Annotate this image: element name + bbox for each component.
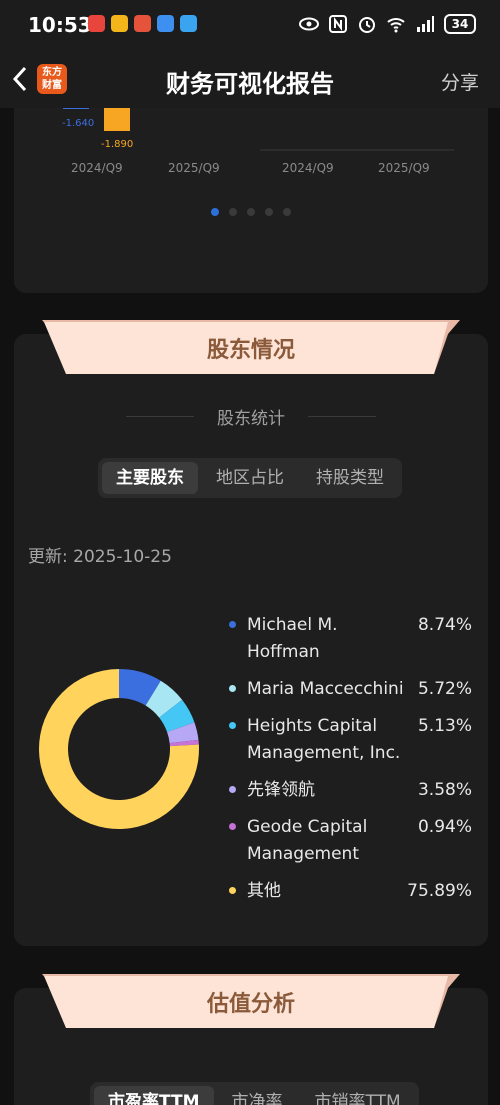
legend-dot	[229, 887, 236, 894]
status-app-icons	[88, 15, 197, 32]
legend-dot	[229, 722, 236, 729]
tab-pe-ttm[interactable]: 市盈率TTM	[94, 1086, 214, 1105]
battery-indicator: 34	[444, 14, 476, 34]
browser-app-icon	[157, 15, 174, 32]
legend-name: Heights Capital Management, Inc.	[247, 716, 401, 763]
legend-dot	[229, 823, 236, 830]
nfc-icon	[329, 15, 347, 33]
shareholder-tabs: 主要股东 地区占比 持股类型	[98, 458, 402, 498]
carousel-dot[interactable]	[283, 208, 291, 216]
carousel-dot[interactable]	[229, 208, 237, 216]
tab-region-share[interactable]: 地区占比	[202, 462, 298, 494]
legend-percent: 5.13%	[417, 716, 472, 736]
legend-percent: 75.89%	[407, 881, 472, 901]
legend-item: Geode Capital Management 0.94%	[226, 814, 476, 868]
tab-major-shareholders[interactable]: 主要股东	[102, 462, 198, 494]
left-axis-label-1: 2024/Q9	[71, 161, 123, 175]
nav-bar: 东方 财富 财务可视化报告 分享	[0, 50, 500, 108]
tab-ps-ttm[interactable]: 市销率TTM	[301, 1086, 415, 1105]
status-bar: 10:53 34	[0, 0, 500, 50]
legend-percent: 8.74%	[417, 615, 472, 635]
legend-name: Maria Maccecchini	[247, 679, 404, 699]
tab-pb[interactable]: 市净率	[218, 1086, 297, 1105]
section-title-shareholders: 股东情况	[206, 338, 295, 363]
signal-icon	[417, 16, 434, 32]
legend-dot	[229, 685, 236, 692]
legend-name: Michael M. Hoffman	[247, 615, 338, 662]
carousel-dot[interactable]	[211, 208, 219, 216]
tab-holding-type[interactable]: 持股类型	[302, 462, 398, 494]
legend-name: Geode Capital Management	[247, 817, 368, 864]
right-axis-label-1: 2024/Q9	[282, 161, 334, 175]
orange-bar-value: -1.890	[101, 139, 133, 150]
mail-app-icon	[111, 15, 128, 32]
shareholder-legend: Michael M. Hoffman 8.74% Maria Maccecchini…	[226, 612, 476, 915]
update-date: 更新: 2025-10-25	[28, 547, 172, 567]
wifi-icon	[387, 18, 405, 33]
left-axis-label-2: 2025/Q9	[168, 161, 220, 175]
shareholder-stats-title: 股东统计	[217, 409, 285, 429]
legend-percent: 3.58%	[417, 780, 472, 800]
legend-item: Heights Capital Management, Inc. 5.13%	[226, 713, 476, 767]
divider-right	[308, 416, 376, 417]
valuation-section-banner: 估值分析	[42, 974, 460, 1028]
legend-percent: 0.94%	[417, 817, 472, 837]
news-app-icon	[88, 15, 105, 32]
carousel-dots[interactable]	[14, 208, 488, 216]
shareholder-section-banner: 股东情况	[42, 320, 460, 374]
eye-icon	[299, 17, 319, 31]
shareholder-card: 股东统计 主要股东 地区占比 持股类型 更新: 2025-10-25 Micha…	[14, 334, 488, 946]
legend-item: 先锋领航 3.58%	[226, 777, 476, 804]
legend-item: Michael M. Hoffman 8.74%	[226, 612, 476, 666]
right-axis-label-2: 2025/Q9	[378, 161, 430, 175]
financial-chart-card: -1.640 -1.890 2024/Q9 2025/Q9 2024/Q9 20…	[14, 108, 488, 293]
legend-name: 先锋领航	[247, 780, 315, 800]
status-time: 10:53	[28, 13, 92, 37]
messenger-app-icon	[180, 15, 197, 32]
financial-mini-chart: -1.640 -1.890 2024/Q9 2025/Q9 2024/Q9 20…	[62, 108, 454, 175]
legend-name: 其他	[247, 881, 281, 901]
legend-percent: 5.72%	[417, 679, 472, 699]
legend-item: Maria Maccecchini 5.72%	[226, 676, 476, 703]
carousel-dot[interactable]	[265, 208, 273, 216]
legend-item: 其他 75.89%	[226, 878, 476, 905]
shopping-app-icon	[134, 15, 151, 32]
blue-bar-value: -1.640	[62, 118, 94, 129]
legend-dot	[229, 621, 236, 628]
valuation-tabs: 市盈率TTM 市净率 市销率TTM	[90, 1082, 419, 1105]
legend-dot	[229, 786, 236, 793]
orange-bar	[104, 108, 130, 131]
section-title-valuation: 估值分析	[206, 992, 295, 1017]
page-title: 财务可视化报告	[166, 70, 334, 98]
alarm-icon	[359, 17, 375, 33]
status-indicators: 34	[299, 14, 476, 34]
shareholder-donut-chart	[39, 669, 199, 829]
carousel-dot[interactable]	[247, 208, 255, 216]
share-button[interactable]: 分享	[441, 68, 479, 95]
